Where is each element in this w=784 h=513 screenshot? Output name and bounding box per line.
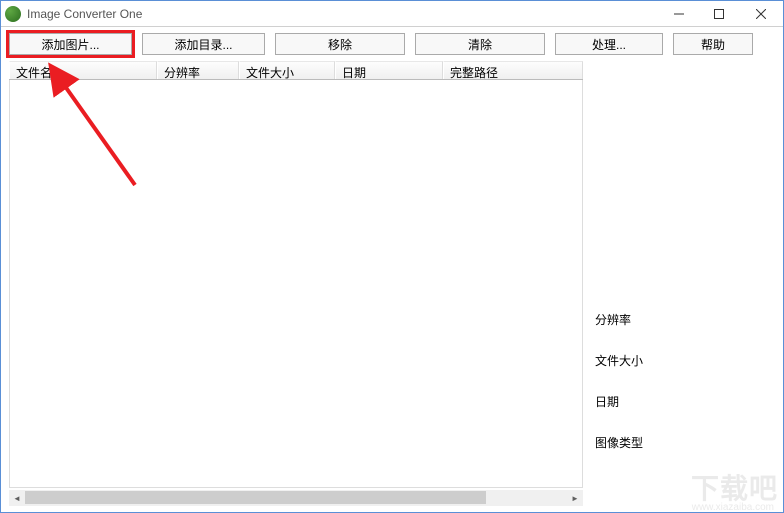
add-folder-button[interactable]: 添加目录... — [142, 33, 265, 55]
scroll-left-arrow-icon[interactable]: ◄ — [9, 490, 25, 506]
help-button[interactable]: 帮助 — [673, 33, 753, 55]
column-resolution[interactable]: 分辨率 — [157, 61, 239, 79]
toolbar: 添加图片... 添加目录... 移除 清除 处理... 帮助 — [1, 27, 783, 61]
scroll-thumb[interactable] — [25, 491, 486, 504]
info-resolution-label: 分辨率 — [595, 311, 777, 328]
app-window: Image Converter One 添加图片... 添加目录... 移除 清… — [0, 0, 784, 513]
window-controls — [659, 1, 783, 26]
table-body[interactable] — [9, 80, 583, 488]
info-date-label: 日期 — [595, 393, 777, 410]
close-button[interactable] — [739, 1, 783, 26]
scroll-right-arrow-icon[interactable]: ► — [567, 490, 583, 506]
info-filesize-label: 文件大小 — [595, 352, 777, 369]
table-header: 文件名 分辨率 文件大小 日期 完整路径 — [9, 61, 583, 80]
clear-button[interactable]: 清除 — [415, 33, 545, 55]
info-panel: 分辨率 文件大小 日期 图像类型 — [589, 61, 777, 506]
maximize-button[interactable] — [699, 1, 739, 26]
file-list-panel: 文件名 分辨率 文件大小 日期 完整路径 ◄ ► — [9, 61, 583, 506]
window-title: Image Converter One — [27, 7, 659, 21]
info-imagetype-label: 图像类型 — [595, 434, 777, 451]
column-filesize[interactable]: 文件大小 — [239, 61, 335, 79]
content-area: 文件名 分辨率 文件大小 日期 完整路径 ◄ ► 分辨率 文件大小 日期 图像类… — [1, 61, 783, 512]
scroll-track[interactable] — [25, 490, 567, 506]
column-fullpath[interactable]: 完整路径 — [443, 61, 583, 79]
titlebar: Image Converter One — [1, 1, 783, 27]
horizontal-scrollbar[interactable]: ◄ ► — [9, 490, 583, 506]
process-button[interactable]: 处理... — [555, 33, 663, 55]
remove-button[interactable]: 移除 — [275, 33, 405, 55]
app-icon — [5, 6, 21, 22]
minimize-button[interactable] — [659, 1, 699, 26]
add-image-button[interactable]: 添加图片... — [9, 33, 132, 55]
column-filename[interactable]: 文件名 — [9, 61, 157, 79]
column-date[interactable]: 日期 — [335, 61, 443, 79]
